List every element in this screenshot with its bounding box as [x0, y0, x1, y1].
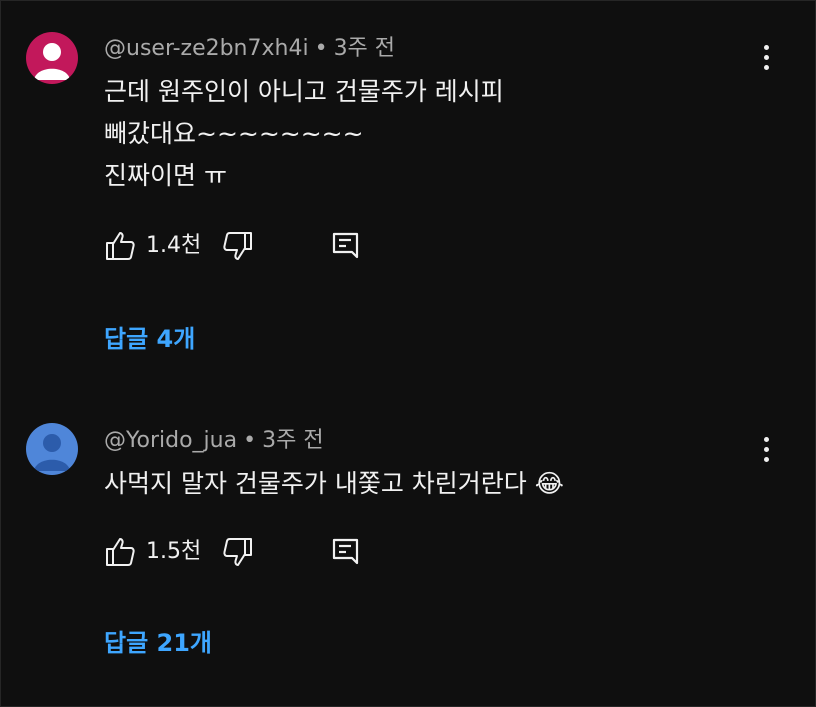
comment-meta: @Yorido_jua • 3주 전 [104, 427, 324, 455]
comment-actions: 1.4천 [104, 230, 404, 264]
like-count: 1.5천 [146, 539, 202, 564]
avatar[interactable] [26, 32, 78, 84]
like-button[interactable] [104, 536, 136, 572]
more-vert-icon[interactable] [752, 429, 780, 469]
thumb-up-icon [106, 538, 135, 566]
meta-separator: • [243, 428, 257, 453]
comment-text-line: 빼갔대요~~~~~~~~ [104, 119, 364, 148]
comment-actions: 1.5천 [104, 536, 404, 570]
view-replies-button[interactable]: 답글 21개 [104, 628, 212, 658]
comment-text-line: 근데 원주인이 아니고 건물주가 레시피 [104, 77, 504, 106]
comment-text-line: 사먹지 말자 건물주가 내쫓고 차린거란다 😂 [104, 469, 564, 498]
like-count: 1.4천 [146, 233, 202, 258]
comment-timestamp[interactable]: 3주 전 [334, 36, 395, 61]
dislike-button[interactable] [222, 230, 254, 266]
reply-button[interactable] [330, 230, 362, 266]
more-vert-icon[interactable] [752, 37, 780, 77]
reply-icon [332, 232, 359, 259]
thumb-up-icon [106, 232, 135, 260]
meta-separator: • [314, 36, 328, 61]
comment-timestamp[interactable]: 3주 전 [262, 428, 323, 453]
reply-button[interactable] [330, 536, 362, 572]
dislike-button[interactable] [222, 536, 254, 572]
author-handle[interactable]: @user-ze2bn7xh4i [104, 36, 309, 61]
avatar[interactable] [26, 423, 78, 475]
comment-meta: @user-ze2bn7xh4i • 3주 전 [104, 35, 395, 63]
view-replies-button[interactable]: 답글 4개 [104, 324, 195, 354]
like-button[interactable] [104, 230, 136, 266]
comment-text-line: 진짜이면 ㅠ [104, 161, 227, 190]
thumb-down-icon [223, 232, 252, 260]
author-handle[interactable]: @Yorido_jua [104, 428, 237, 453]
thumb-down-icon [223, 538, 252, 566]
reply-icon [332, 538, 359, 565]
